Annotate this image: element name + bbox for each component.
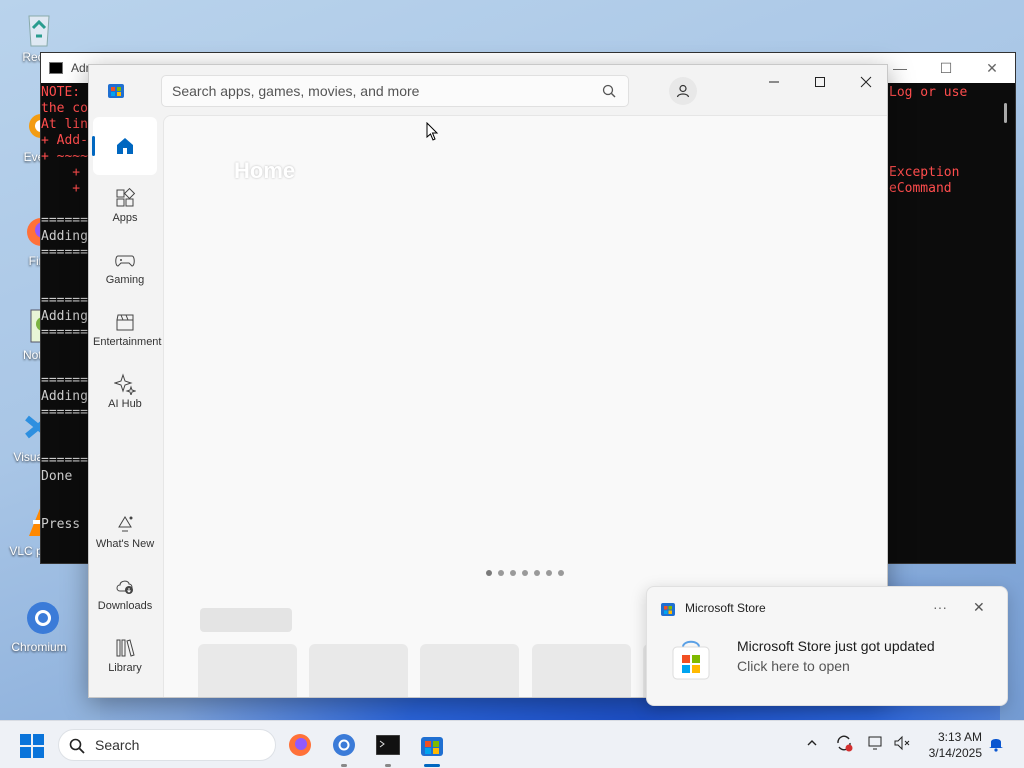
mouse-cursor-icon <box>426 122 439 141</box>
nav-item-entertainment[interactable]: Entertainment <box>93 301 161 359</box>
chromium-icon <box>333 734 355 756</box>
store-bag-icon <box>669 637 713 681</box>
firefox-icon <box>289 734 311 756</box>
account-avatar-icon[interactable] <box>669 77 697 105</box>
cloud-download-icon <box>114 575 136 597</box>
app-card-placeholder <box>198 644 297 697</box>
carousel-pager[interactable] <box>486 570 564 576</box>
search-icon <box>69 738 85 754</box>
clapperboard-icon <box>114 311 136 333</box>
carousel-dot[interactable] <box>522 570 528 576</box>
library-icon <box>114 637 136 659</box>
store-logo-icon <box>107 81 125 99</box>
store-logo-icon <box>661 602 675 616</box>
tray-volume-muted-icon[interactable] <box>892 733 912 753</box>
taskbar-microsoft-store[interactable] <box>416 729 448 767</box>
clock-date: 3/14/2025 <box>928 746 982 760</box>
notification-more-button[interactable]: ··· <box>933 599 947 615</box>
taskbar-search-label: Search <box>95 737 140 753</box>
taskbar-chromium[interactable] <box>328 729 360 767</box>
search-placeholder: Search apps, games, movies, and more <box>172 83 420 99</box>
recycle-bin-icon <box>19 8 59 48</box>
desktop-icon-chromium[interactable]: Chromium <box>6 598 72 654</box>
nav-item-gaming[interactable]: Gaming <box>93 239 157 297</box>
taskbar-terminal[interactable] <box>372 729 404 767</box>
store-maximize-button[interactable] <box>797 65 843 99</box>
running-indicator <box>341 764 347 767</box>
running-indicator <box>385 764 391 767</box>
start-button[interactable] <box>20 734 44 758</box>
terminal-icon <box>49 62 63 74</box>
nav-item-label: What's New <box>95 538 155 550</box>
page-title: Home <box>234 158 296 183</box>
store-minimize-button[interactable] <box>751 65 797 99</box>
terminal-maximize-button[interactable]: ☐ <box>923 53 969 83</box>
nav-item-whats-new[interactable]: What's New <box>93 503 157 561</box>
nav-item-library[interactable]: Library <box>93 627 157 685</box>
app-card-placeholder <box>309 644 408 697</box>
section-title-placeholder <box>200 608 292 632</box>
nav-active-indicator <box>92 136 95 156</box>
store-logo-icon <box>421 737 443 756</box>
terminal-title: Adr <box>71 61 90 75</box>
sparkle-icon <box>113 373 137 397</box>
store-update-notification[interactable]: Microsoft Store ··· ✕ Microsoft Store ju… <box>646 586 1008 706</box>
terminal-line: Log or use <box>889 85 968 100</box>
notification-heading: Microsoft Store just got updated <box>737 638 935 654</box>
terminal-line: Exception <box>889 165 960 180</box>
carousel-dot[interactable] <box>510 570 516 576</box>
terminal-close-button[interactable]: ✕ <box>969 53 1015 83</box>
notification-subtext: Click here to open <box>737 658 850 674</box>
store-search-input[interactable]: Search apps, games, movies, and more <box>161 75 629 107</box>
carousel-dot[interactable] <box>486 570 492 576</box>
nav-item-ai-hub[interactable]: AI Hub <box>93 363 157 421</box>
nav-item-label: Entertainment <box>93 336 162 348</box>
search-icon[interactable] <box>602 84 616 98</box>
chromium-icon <box>19 598 59 638</box>
store-close-button[interactable] <box>843 65 887 99</box>
taskbar-firefox[interactable] <box>284 729 316 761</box>
tray-sync-icon[interactable] <box>834 733 854 753</box>
app-card-placeholder <box>420 644 519 697</box>
nav-item-label: Downloads <box>97 600 153 612</box>
tray-overflow-chevron-icon[interactable] <box>802 733 822 753</box>
tray-network-icon[interactable] <box>866 733 886 753</box>
notification-bell-icon[interactable] <box>986 733 1006 753</box>
clock-time: 3:13 AM <box>937 730 982 744</box>
apps-icon <box>114 187 136 209</box>
terminal-icon <box>376 735 400 755</box>
carousel-dot[interactable] <box>558 570 564 576</box>
app-card-placeholder <box>532 644 631 697</box>
notification-close-button[interactable]: ✕ <box>973 599 985 616</box>
active-indicator <box>424 764 440 767</box>
taskbar-search-box[interactable]: Search <box>58 729 276 761</box>
home-icon <box>114 135 136 157</box>
nav-item-label: Gaming <box>105 274 145 286</box>
nav-item-home[interactable] <box>92 117 157 175</box>
desktop-icon-label: Chromium <box>11 640 67 654</box>
terminal-line: eCommand <box>889 181 952 196</box>
nav-item-label: Apps <box>112 212 138 224</box>
gamepad-icon <box>114 249 136 271</box>
megaphone-icon <box>114 513 136 535</box>
nav-item-apps[interactable]: Apps <box>93 177 157 235</box>
nav-item-label: Library <box>108 662 142 674</box>
taskbar-clock[interactable]: 3:13 AM 3/14/2025 <box>916 729 982 761</box>
carousel-dot[interactable] <box>498 570 504 576</box>
carousel-dot[interactable] <box>534 570 540 576</box>
notification-app-name: Microsoft Store <box>685 601 766 615</box>
store-nav-rail: Apps Gaming Entertainment AI Hub What's … <box>89 115 161 697</box>
carousel-dot[interactable] <box>546 570 552 576</box>
nav-item-label: AI Hub <box>108 398 142 410</box>
terminal-scrollbar[interactable] <box>1004 103 1007 123</box>
terminal-output-right: Log or use Exception eCommand <box>889 85 967 197</box>
taskbar: Search 3:13 AM 3/14/2025 <box>0 720 1024 768</box>
nav-item-downloads[interactable]: Downloads <box>93 565 157 623</box>
